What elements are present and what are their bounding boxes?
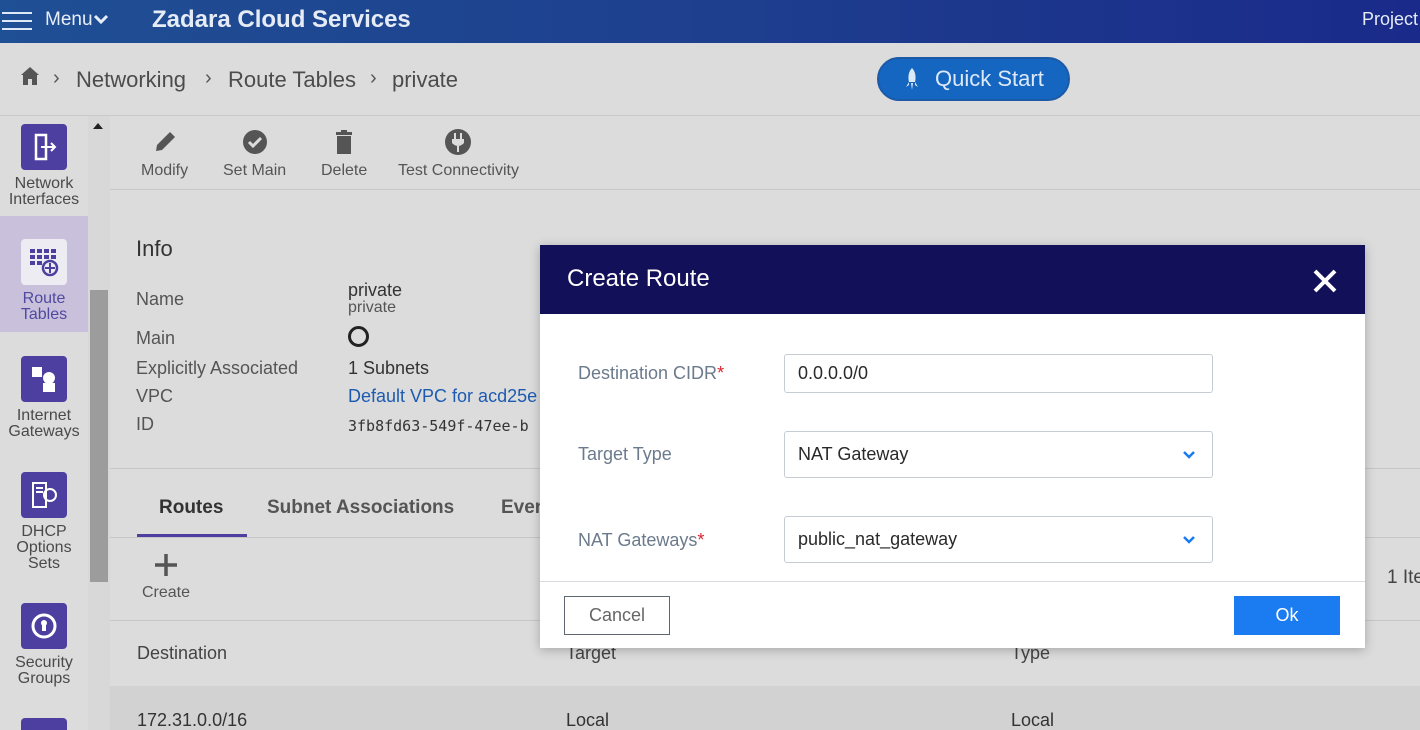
- breadcrumb-separator: ›: [53, 67, 60, 89]
- column-header-destination[interactable]: Destination: [137, 643, 227, 664]
- create-route-button[interactable]: Create: [142, 552, 190, 602]
- modify-button[interactable]: Modify: [141, 128, 188, 180]
- quick-start-label: Quick Start: [935, 66, 1044, 91]
- cancel-button[interactable]: Cancel: [564, 596, 670, 635]
- id-label: ID: [136, 414, 154, 434]
- breadcrumb-networking[interactable]: Networking: [76, 67, 186, 93]
- pencil-icon: [155, 132, 175, 151]
- sidebar-more-icon: [21, 718, 67, 730]
- hamburger-menu-icon[interactable]: [2, 8, 32, 34]
- breadcrumb: › Networking › Route Tables › private Qu…: [0, 43, 1420, 116]
- home-icon[interactable]: [19, 65, 41, 87]
- plus-icon: [155, 554, 178, 576]
- action-toolbar: Modify Set Main Delete Test Connectivity: [110, 116, 1420, 190]
- test-connectivity-button[interactable]: Test Connectivity: [398, 128, 519, 180]
- sidebar-item-security-groups[interactable]: Security Groups: [0, 603, 88, 687]
- target-type-select[interactable]: NAT Gateway: [784, 431, 1213, 478]
- dialog-footer-divider: [540, 581, 1365, 582]
- chevron-down-icon[interactable]: [93, 11, 109, 27]
- project-selector[interactable]: Project: [1362, 9, 1418, 30]
- info-title: Info: [136, 236, 173, 261]
- tab-routes[interactable]: Routes: [159, 497, 223, 519]
- row-type: Local: [1011, 710, 1055, 730]
- main-label: Main: [136, 328, 176, 348]
- sidebar: Network Interfaces Route Tables Internet…: [0, 116, 110, 730]
- sidebar-item-route-tables[interactable]: Route Tables: [0, 216, 88, 332]
- menu-button[interactable]: Menu: [45, 9, 93, 31]
- internet-gateways-icon: [21, 356, 67, 402]
- nat-gateways-select[interactable]: public_nat_gateway: [784, 516, 1213, 563]
- sidebar-item-dhcp-options-sets[interactable]: DHCP Options Sets: [0, 472, 88, 572]
- ok-button[interactable]: Ok: [1234, 596, 1340, 635]
- vpc-link[interactable]: Default VPC for acd25e: [348, 386, 537, 407]
- set-main-button[interactable]: Set Main: [223, 128, 286, 180]
- chevron-down-icon: [1183, 451, 1195, 459]
- check-circle-icon: [242, 130, 267, 154]
- dialog-title: Create Route: [567, 265, 710, 292]
- tab-subnet-associations[interactable]: Subnet Associations: [267, 497, 454, 519]
- sidebar-scroll-thumb[interactable]: [90, 290, 108, 582]
- id-value: 3fb8fd63-549f-47ee-b: [348, 417, 529, 435]
- main-status-circle-icon: [348, 326, 369, 347]
- chevron-down-icon: [1183, 536, 1195, 544]
- trash-icon: [336, 130, 353, 154]
- breadcrumb-separator: ›: [205, 67, 212, 89]
- name-sub-value: private: [348, 299, 397, 316]
- plug-icon: [445, 129, 472, 155]
- row-destination: 172.31.0.0/16: [137, 710, 248, 730]
- item-count: 1 Ite: [1387, 567, 1420, 588]
- close-icon[interactable]: [1311, 267, 1339, 295]
- breadcrumb-route-tables[interactable]: Route Tables: [228, 67, 356, 93]
- rocket-icon: [906, 68, 918, 90]
- app-title: Zadara Cloud Services: [152, 6, 411, 33]
- explicitly-associated-label: Explicitly Associated: [136, 358, 299, 378]
- create-route-dialog: Create Route Destination CIDR* Target Ty…: [540, 245, 1365, 648]
- delete-button[interactable]: Delete: [321, 128, 367, 180]
- breadcrumb-current: private: [392, 67, 459, 92]
- name-value: private: [348, 280, 403, 300]
- network-interfaces-icon: [21, 124, 67, 170]
- quick-start-button[interactable]: Quick Start: [877, 57, 1070, 101]
- sidebar-item-internet-gateways[interactable]: Internet Gateways: [0, 356, 88, 440]
- nat-gateways-label: NAT Gateways*: [578, 530, 705, 550]
- table-row[interactable]: [110, 686, 1420, 730]
- breadcrumb-separator: ›: [370, 67, 377, 89]
- sidebar-item-partial[interactable]: [0, 718, 88, 730]
- dialog-header: Create Route: [540, 245, 1365, 314]
- explicitly-associated-value: 1 Subnets: [348, 358, 430, 378]
- destination-cidr-input[interactable]: [784, 354, 1213, 393]
- name-label: Name: [136, 289, 185, 309]
- vpc-label: VPC: [136, 386, 174, 406]
- destination-cidr-label: Destination CIDR*: [578, 363, 725, 383]
- sidebar-item-network-interfaces[interactable]: Network Interfaces: [0, 124, 88, 208]
- route-tables-icon: [21, 239, 67, 285]
- scroll-up-arrow-icon[interactable]: [93, 123, 103, 129]
- target-type-label: Target Type: [578, 444, 672, 464]
- dhcp-options-icon: [21, 472, 67, 518]
- security-groups-icon: [21, 603, 67, 649]
- top-bar: Menu Zadara Cloud Services Project: [0, 0, 1420, 43]
- row-target: Local: [566, 710, 610, 730]
